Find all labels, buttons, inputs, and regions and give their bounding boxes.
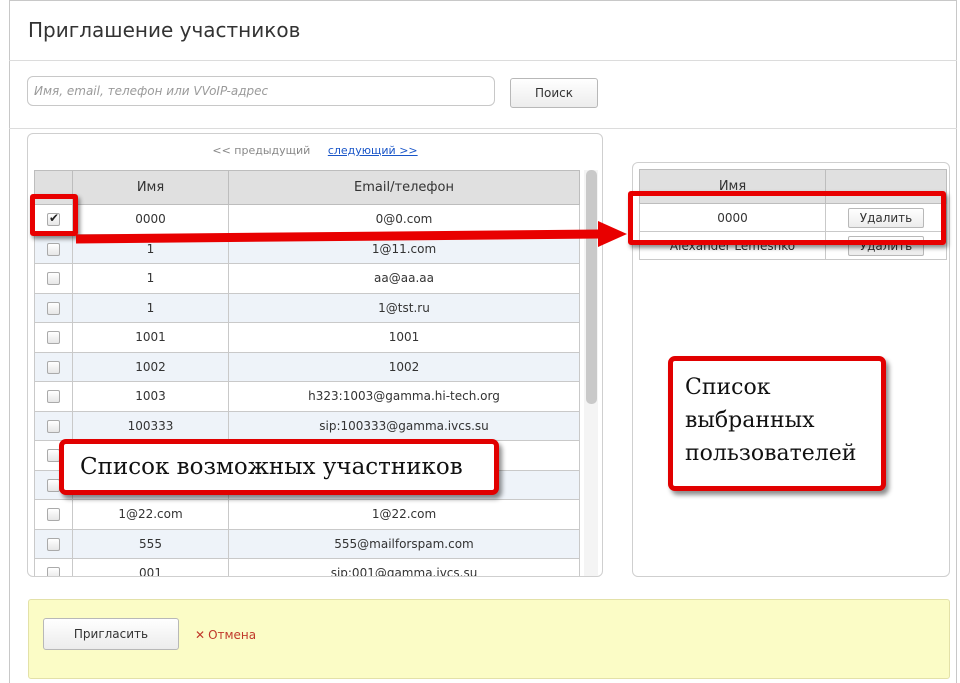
callout-line: пользователей (685, 441, 857, 466)
callout-line: выбранных (685, 408, 815, 433)
annotation-arrow (75, 221, 627, 247)
annotation-arrow-head (598, 221, 627, 247)
annotation-callout-selected: Список выбранных пользователей (668, 356, 886, 491)
callout-line: Список (685, 375, 771, 400)
annotation-arrow-shaft (75, 229, 601, 244)
annotation-callout-candidates: Список возможных участников (59, 439, 499, 495)
